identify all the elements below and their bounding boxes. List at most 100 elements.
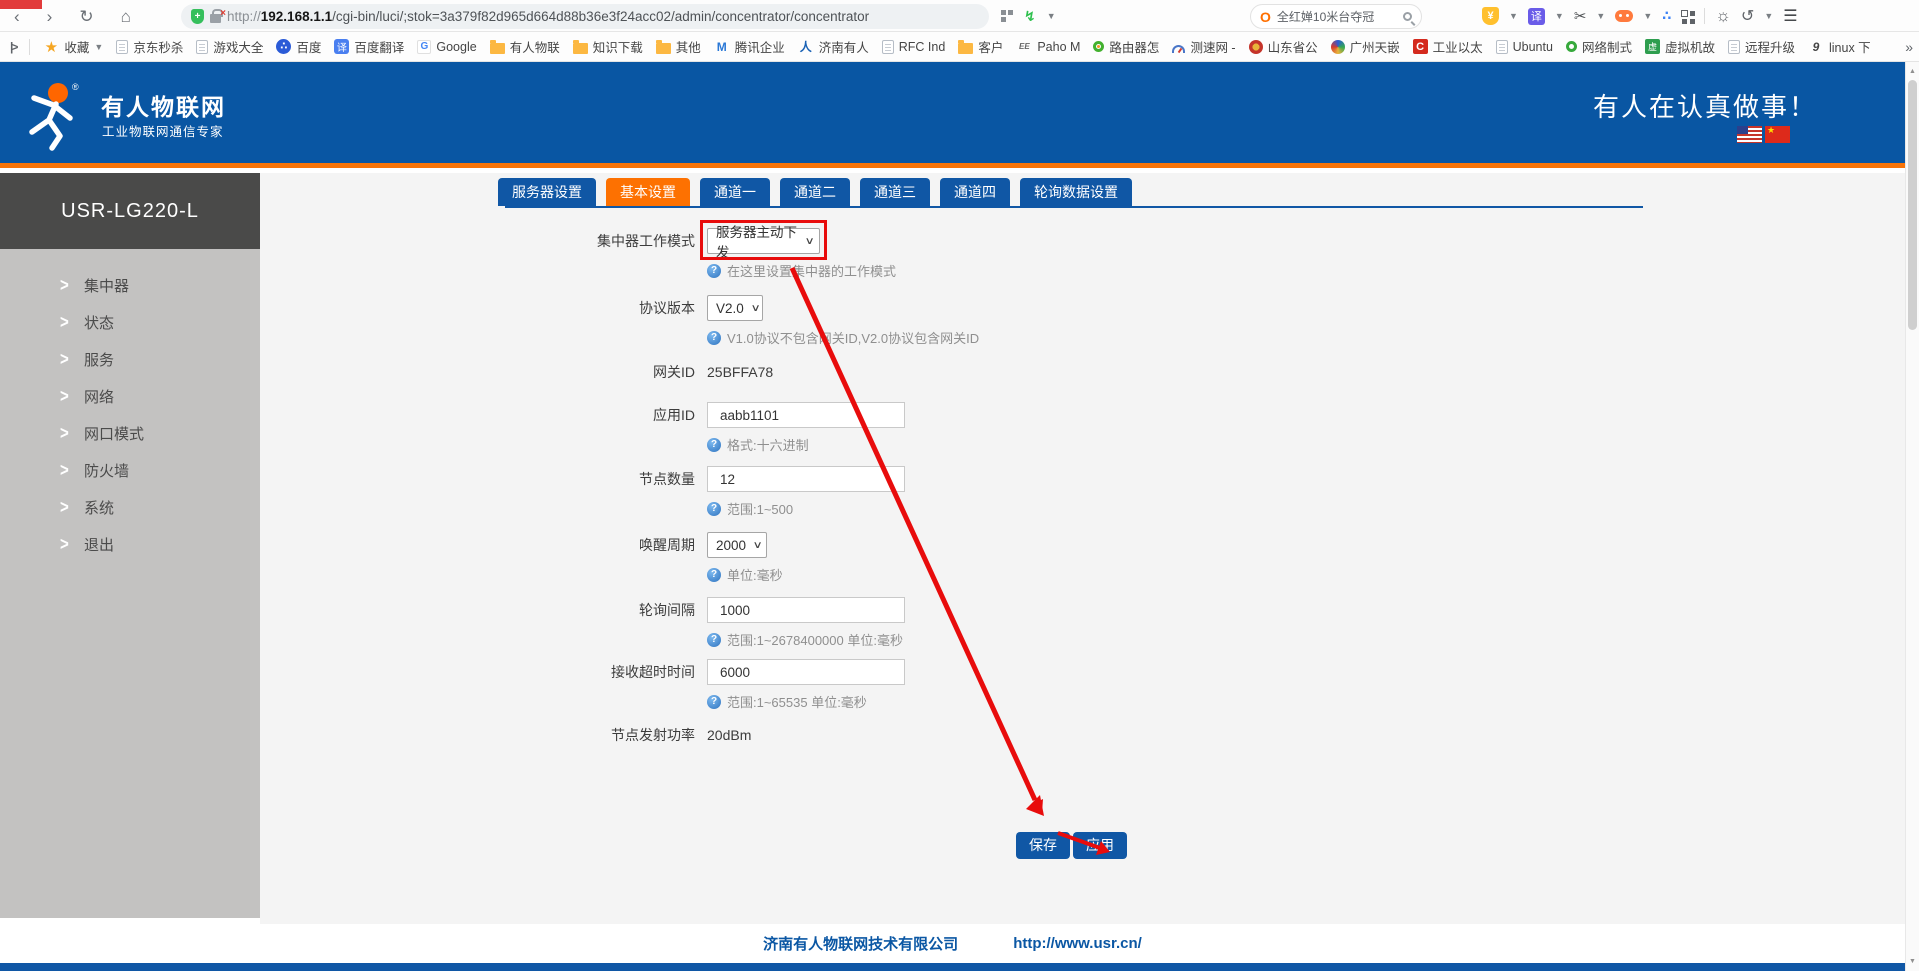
- bookmark-item[interactable]: 百度: [276, 37, 321, 56]
- chevron-down-icon[interactable]: ▼: [1509, 11, 1518, 21]
- wake-period-select[interactable]: 2000 ∨: [707, 532, 767, 558]
- company-name: 济南有人物联网技术有限公司: [763, 933, 958, 954]
- favorites-menu[interactable]: 收藏 ▼: [43, 37, 103, 56]
- help-icon: ?: [707, 438, 721, 452]
- bookmark-item[interactable]: 远程升级: [1728, 37, 1795, 56]
- tab-underline: [505, 206, 1643, 208]
- bookmarks-bar: |> 收藏 ▼ 京东秒杀 游戏大全 百度 百度翻译 Google 有人物联 知识…: [0, 32, 1919, 62]
- us-flag-icon[interactable]: [1737, 126, 1762, 143]
- tab-6[interactable]: 轮询数据设置: [1020, 178, 1132, 206]
- bookmark-item[interactable]: 济南有人: [798, 37, 869, 56]
- rx-timeout-input[interactable]: [707, 659, 905, 685]
- bookmarks-overflow-chevron[interactable]: »: [1905, 39, 1913, 55]
- search-box[interactable]: O 全红婵10米台夺冠: [1250, 4, 1422, 29]
- screenshot-scissors-icon[interactable]: ✂: [1574, 7, 1587, 25]
- form-row-wake-period: 唤醒周期 2000 ∨ ?单位:毫秒: [0, 532, 783, 584]
- bookmark-item[interactable]: 山东省公: [1249, 37, 1318, 56]
- brightness-icon[interactable]: ☼: [1715, 6, 1731, 26]
- chevron-down-icon[interactable]: ▼: [1643, 11, 1652, 21]
- apps-grid-icon[interactable]: [1681, 10, 1694, 23]
- doc-icon: [882, 40, 894, 54]
- save-button[interactable]: 保存: [1016, 832, 1070, 859]
- help-icon: ?: [707, 502, 721, 516]
- bookmark-item[interactable]: 游戏大全: [196, 37, 263, 56]
- usr-logo: ®: [22, 80, 86, 152]
- translate-icon[interactable]: 译: [1528, 8, 1545, 25]
- china-flag-icon[interactable]: [1765, 126, 1790, 143]
- bookmark-item[interactable]: 百度翻译: [334, 37, 404, 56]
- forward-icon[interactable]: ›: [47, 8, 53, 25]
- back-icon[interactable]: ‹: [14, 8, 20, 25]
- bookmark-item[interactable]: 有人物联: [490, 37, 560, 56]
- search-suggestion-text[interactable]: 全红婵10米台夺冠: [1277, 8, 1397, 25]
- chevron-down-icon[interactable]: ▼: [1047, 11, 1056, 21]
- paw-extension-icon[interactable]: ∴: [1662, 8, 1671, 24]
- chevron-down-icon[interactable]: ▼: [1555, 11, 1564, 21]
- tab-5[interactable]: 通道四: [940, 178, 1010, 206]
- menu-icon[interactable]: ☰: [1783, 6, 1797, 26]
- ring-icon: [1093, 41, 1104, 52]
- site-safety-shield-icon[interactable]: +: [191, 9, 204, 24]
- field-label: 网关ID: [0, 359, 695, 385]
- tab-0[interactable]: 服务器设置: [498, 178, 596, 206]
- bookmarks-panel-icon[interactable]: |>: [10, 40, 16, 54]
- apply-button[interactable]: 应用: [1073, 832, 1127, 859]
- scrollbar-thumb[interactable]: [1908, 80, 1917, 330]
- tab-1[interactable]: 基本设置: [606, 178, 690, 206]
- bookmark-item[interactable]: 知识下载: [573, 37, 643, 56]
- games-icon[interactable]: [1615, 10, 1633, 22]
- bookmark-item[interactable]: 网络制式: [1566, 37, 1632, 56]
- bookmark-item[interactable]: 腾讯企业: [714, 37, 785, 56]
- bookmark-item[interactable]: Paho M: [1016, 39, 1080, 55]
- bookmark-item[interactable]: Ubuntu: [1496, 40, 1553, 54]
- field-label: 节点数量: [0, 466, 695, 518]
- folder-icon: [490, 43, 505, 54]
- bookmark-item[interactable]: 路由器怎: [1093, 37, 1159, 56]
- chevron-down-icon: ∨: [753, 540, 763, 551]
- tencent-icon: [714, 39, 730, 55]
- bookmark-item[interactable]: 虚拟机故: [1645, 37, 1715, 56]
- reload-icon[interactable]: ↻: [79, 8, 93, 25]
- tab-4[interactable]: 通道三: [860, 178, 930, 206]
- bookmark-item[interactable]: 测速网 -: [1172, 37, 1235, 56]
- bookmark-item[interactable]: 广州天嵌: [1331, 37, 1400, 56]
- wallet-shield-icon[interactable]: ¥: [1482, 7, 1499, 25]
- bookmark-item[interactable]: 其他: [656, 37, 701, 56]
- search-engine-icon[interactable]: O: [1260, 10, 1271, 24]
- tab-3[interactable]: 通道二: [780, 178, 850, 206]
- address-bar[interactable]: + http://192.168.1.1/cgi-bin/luci/;stok=…: [181, 4, 989, 29]
- poll-interval-input[interactable]: [707, 597, 905, 623]
- home-icon[interactable]: ⌂: [121, 8, 131, 25]
- field-label: 唤醒周期: [0, 532, 695, 584]
- scroll-up-icon[interactable]: ▲: [1906, 64, 1919, 79]
- scroll-down-icon[interactable]: ▼: [1906, 954, 1919, 969]
- protocol-version-select[interactable]: V2.0 ∨: [707, 295, 763, 321]
- tab-2[interactable]: 通道一: [700, 178, 770, 206]
- bookmark-item[interactable]: Google: [417, 40, 476, 54]
- speed-boost-icon[interactable]: ↯: [1024, 8, 1036, 25]
- website-link[interactable]: http://www.usr.cn/: [1013, 935, 1142, 952]
- node-count-input[interactable]: [707, 466, 905, 492]
- linux-icon: [1808, 39, 1824, 55]
- undo-history-icon[interactable]: ↺: [1741, 6, 1754, 26]
- page-scrollbar[interactable]: ▲ ▼: [1905, 62, 1919, 971]
- folder-icon: [958, 43, 973, 54]
- app-id-input[interactable]: [707, 402, 905, 428]
- bookmark-item[interactable]: linux 下: [1808, 37, 1871, 56]
- bookmark-item[interactable]: 工业以太: [1413, 37, 1483, 56]
- insecure-lock-icon: [210, 14, 221, 23]
- chevron-down-icon[interactable]: ▼: [1764, 11, 1773, 21]
- chevron-down-icon[interactable]: ▼: [1596, 11, 1605, 21]
- web-page: ® 有人物联网 工业物联网通信专家 有人在认真做事！ USR-LG220-L >…: [0, 62, 1919, 971]
- form-row-tx-power: 节点发射功率 20dBm: [0, 722, 751, 748]
- bookmark-item[interactable]: 京东秒杀: [116, 37, 183, 56]
- search-icon[interactable]: [1403, 12, 1412, 21]
- work-mode-select[interactable]: 服务器主动下发 ∨: [707, 228, 820, 254]
- qr-code-icon[interactable]: [1001, 10, 1013, 22]
- brand-slogan: 工业物联网通信专家: [102, 121, 224, 140]
- brand-name: 有人物联网: [101, 88, 226, 122]
- ee-icon: [1016, 39, 1032, 55]
- bookmark-item[interactable]: 客户: [958, 37, 1003, 56]
- baidu-icon: [276, 39, 291, 54]
- bookmark-item[interactable]: RFC Ind: [882, 40, 946, 54]
